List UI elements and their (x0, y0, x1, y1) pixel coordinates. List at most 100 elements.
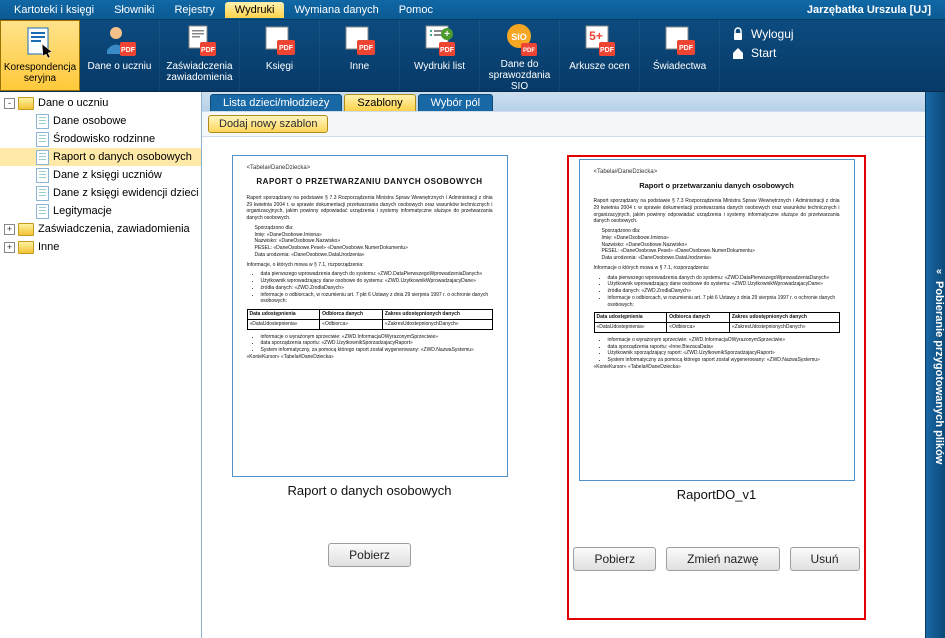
ribbon-label: Inne (348, 61, 371, 72)
lock-icon (730, 26, 746, 42)
ribbon: Korespondencja seryjna PDF Dane o uczniu… (0, 20, 945, 92)
ribbon-ksiegi[interactable]: PDF Księgi (240, 20, 320, 91)
svg-text:PDF: PDF (279, 45, 294, 52)
folder-icon (18, 241, 34, 254)
tab-szablony[interactable]: Szablony (344, 94, 415, 111)
page-icon (36, 168, 49, 183)
ribbon-inne[interactable]: PDF Inne (320, 20, 400, 91)
tab-wybor-pol[interactable]: Wybór pól (418, 94, 493, 111)
doc-cursor-icon (19, 24, 61, 60)
ribbon-label: Księgi (264, 61, 295, 72)
user-label: Jarzębatka Urszula [UJ] (807, 4, 941, 16)
menu-slowniki[interactable]: Słowniki (104, 2, 164, 18)
page-icon (36, 114, 49, 129)
download-button[interactable]: Pobierz (573, 547, 656, 571)
ribbon-zaswiadczenia[interactable]: PDF Zaświadczenia zawiadomienia (160, 20, 240, 91)
menu-wymiana[interactable]: Wymiana danych (284, 2, 388, 18)
ribbon-swiadectwa[interactable]: PDF Świadectwa (640, 20, 720, 91)
ribbon-label: Świadectwa (651, 61, 708, 72)
ribbon-korespondencja[interactable]: Korespondencja seryjna (0, 20, 80, 91)
tree-panel: - Dane o uczniu Dane osobowe Środowisko … (0, 92, 202, 638)
ribbon-label: Zaświadczenia zawiadomienia (160, 61, 239, 83)
delete-button[interactable]: Usuń (790, 547, 860, 571)
grade-icon: 5+PDF (579, 23, 621, 59)
svg-text:PDF: PDF (440, 47, 455, 54)
menu-kartoteki[interactable]: Kartoteki i księgi (4, 2, 104, 18)
start-label: Start (751, 46, 776, 60)
templates-area: <Tabela#DaneDziecka> RAPORT O PRZETWARZA… (202, 137, 925, 638)
template-card[interactable]: <Tabela#DaneDziecka> RAPORT O PRZETWARZA… (222, 155, 517, 620)
tree-label: Inne (38, 241, 59, 253)
ribbon-label: Dane o uczniu (86, 61, 154, 72)
logout-label: Wyloguj (751, 27, 794, 41)
folder-icon (18, 223, 34, 236)
tree-item-ksiegi-uczniow[interactable]: Dane z księgi uczniów (0, 166, 201, 184)
svg-text:SIO: SIO (511, 32, 527, 42)
svg-text:+: + (444, 29, 450, 40)
tree-label: Dane z księgi uczniów (53, 169, 162, 181)
tree-item-ksiegi-ewidencji[interactable]: Dane z księgi ewidencji dzieci (0, 184, 201, 202)
pdf-plus-icon: + PDF (419, 23, 461, 59)
svg-text:PDF: PDF (359, 45, 374, 52)
ribbon-arkusze[interactable]: 5+PDF Arkusze ocen (560, 20, 640, 91)
doc-pdf-icon: PDF (179, 23, 221, 59)
tree-label: Dane osobowe (53, 115, 126, 127)
tree-label: Legitymacje (53, 205, 112, 217)
content-tabs: Lista dzieci/młodzieży Szablony Wybór pó… (202, 92, 925, 111)
template-preview: <Tabela#DaneDziecka> RAPORT O PRZETWARZA… (232, 155, 508, 477)
tree-folder-dane-o-uczniu[interactable]: - Dane o uczniu (0, 94, 201, 112)
person-pdf-icon: PDF (99, 23, 141, 59)
template-preview: <Tabela#DaneDziecka> Raport o przetwarza… (579, 159, 855, 481)
ribbon-dane-uczniu[interactable]: PDF Dane o uczniu (80, 20, 160, 91)
pdf-icon: PDF (339, 23, 381, 59)
tab-lista[interactable]: Lista dzieci/młodzieży (210, 94, 342, 111)
ribbon-label: Arkusze ocen (567, 61, 632, 72)
ribbon-sio[interactable]: SIO PDF Dane do sprawozdania SIO (480, 20, 560, 91)
menu-rejestry[interactable]: Rejestry (164, 2, 224, 18)
right-panel-toggle[interactable]: « Pobieranie przygotowanych plików (925, 92, 945, 638)
pdf-icon: PDF (259, 23, 301, 59)
svg-text:PDF: PDF (121, 47, 136, 54)
svg-text:PDF: PDF (679, 45, 694, 52)
ribbon-label: Dane do sprawozdania SIO (480, 59, 559, 92)
svg-text:PDF: PDF (201, 47, 216, 54)
tree-item-raport[interactable]: Raport o danych osobowych (0, 148, 201, 166)
template-toolbar: Dodaj nowy szablon (202, 111, 925, 137)
tree-label: Środowisko rodzinne (53, 133, 155, 145)
ribbon-wydruki-list[interactable]: + PDF Wydruki list (400, 20, 480, 91)
expand-icon[interactable]: + (4, 242, 15, 253)
rename-button[interactable]: Zmień nazwę (666, 547, 779, 571)
menu-pomoc[interactable]: Pomoc (389, 2, 443, 18)
chevron-left-icon: « (936, 266, 942, 277)
right-panel-label: Pobieranie przygotowanych plików (933, 281, 945, 464)
template-card-selected[interactable]: <Tabela#DaneDziecka> Raport o przetwarza… (567, 155, 866, 620)
tree-folder-zaswiadczenia[interactable]: + Zaświadczenia, zawiadomienia (0, 220, 201, 238)
page-icon (36, 150, 49, 165)
svg-text:PDF: PDF (523, 48, 535, 54)
tree-label: Dane z księgi ewidencji dzieci (53, 187, 199, 199)
tree-item-srodowisko[interactable]: Środowisko rodzinne (0, 130, 201, 148)
folder-icon (18, 97, 34, 110)
expand-icon[interactable]: + (4, 224, 15, 235)
sio-icon: SIO PDF (499, 23, 541, 57)
page-icon (36, 132, 49, 147)
collapse-icon[interactable]: - (4, 98, 15, 109)
tree-item-dane-osobowe[interactable]: Dane osobowe (0, 112, 201, 130)
pdf-icon: PDF (659, 23, 701, 59)
page-icon (36, 204, 49, 219)
ribbon-label: Korespondencja seryjna (1, 62, 79, 84)
tree-label: Dane o uczniu (38, 97, 108, 109)
page-icon (36, 186, 49, 201)
add-template-button[interactable]: Dodaj nowy szablon (208, 115, 328, 133)
home-icon (730, 45, 746, 61)
logout-button[interactable]: Wyloguj (730, 26, 794, 42)
tree-folder-inne[interactable]: + Inne (0, 238, 201, 256)
ribbon-label: Wydruki list (412, 61, 467, 72)
start-button[interactable]: Start (730, 45, 776, 61)
download-button[interactable]: Pobierz (328, 543, 411, 567)
tree-label: Raport o danych osobowych (53, 151, 192, 163)
tree-item-legitymacje[interactable]: Legitymacje (0, 202, 201, 220)
tree-label: Zaświadczenia, zawiadomienia (38, 223, 190, 235)
menubar: Kartoteki i księgi Słowniki Rejestry Wyd… (0, 0, 945, 20)
menu-wydruki[interactable]: Wydruki (225, 2, 285, 18)
